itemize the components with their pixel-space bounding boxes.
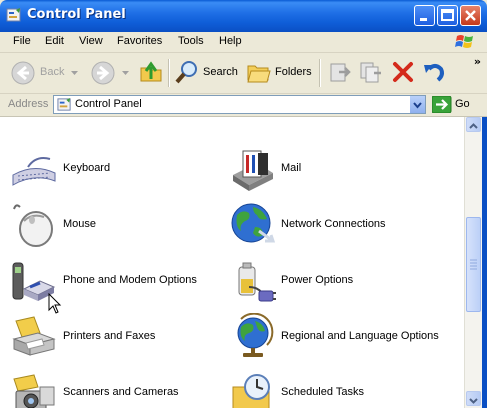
go-label[interactable]: Go [455,98,470,110]
scroll-up-button[interactable] [466,117,481,132]
item-keyboard[interactable]: Keyboard [10,145,220,193]
menu-bar: File Edit View Favorites Tools Help [0,32,487,53]
item-label: Regional and Language Options [281,330,439,342]
standard-toolbar: Back Search Folders » [0,53,487,94]
minimize-icon [420,18,427,21]
delete-button[interactable] [390,59,416,87]
forward-dropdown-icon[interactable] [122,71,129,75]
forward-arrow-icon [91,61,115,85]
toolbar-separator [319,59,321,87]
address-dropdown-button[interactable] [409,96,425,113]
move-to-button[interactable] [327,59,353,87]
item-power-options[interactable]: Power Options [229,257,449,305]
mail-icon [233,150,273,191]
menu-tools[interactable]: Tools [178,35,204,47]
item-label: Mail [281,162,302,174]
back-label: Back [40,66,65,78]
item-network-connections[interactable]: Network Connections [229,201,449,249]
item-label: Mouse [63,218,97,230]
partial-item-icon [14,117,54,123]
control-panel-items: Keyboard Mail Mouse Network Connections … [0,117,464,408]
item-scheduled-tasks[interactable]: Scheduled Tasks [229,369,449,408]
item-label: Network Connections [281,218,386,230]
maximize-button[interactable] [437,5,458,26]
search-icon [175,61,197,84]
address-label: Address [8,98,49,110]
control-panel-icon [57,97,71,111]
network-connections-icon [231,203,276,243]
undo-icon [424,64,444,82]
item-label: Scanners and Cameras [63,386,179,398]
item-label: Keyboard [63,162,111,174]
printer-icon [12,316,56,356]
folders-label: Folders [275,66,312,78]
toolbar-overflow-chevron[interactable]: » [474,55,481,68]
menu-file[interactable]: File [13,35,31,47]
clock-folder-icon [232,374,270,408]
item-phone-and-modem-options[interactable]: Phone and Modem Options [10,257,220,305]
move-to-icon [330,63,351,82]
scroll-down-button[interactable] [466,391,481,406]
item-label: Scheduled Tasks [281,386,364,398]
toolbar-separator [168,59,170,87]
menu-favorites[interactable]: Favorites [117,35,162,47]
item-mouse[interactable]: Mouse [10,201,220,249]
partial-item-icon [232,117,272,123]
mouse-pointer-icon [48,293,62,314]
power-options-icon [238,262,276,302]
item-scanners-and-cameras[interactable]: Scanners and Cameras [10,369,220,408]
grip-icon [470,259,477,270]
menu-view[interactable]: View [79,35,103,47]
item-regional-and-language-options[interactable]: Regional and Language Options [229,313,464,361]
chevron-down-icon [469,398,478,404]
folders-button[interactable]: Folders [246,59,312,87]
menu-edit[interactable]: Edit [45,35,64,47]
address-value: Control Panel [75,98,142,110]
title-bar[interactable]: Control Panel [0,0,487,32]
item-mail[interactable]: Mail [229,145,449,193]
control-panel-window: Control Panel File Edit View Favorites T… [0,0,487,408]
chevron-up-icon [469,123,478,129]
close-icon [465,10,476,21]
keyboard-icon [12,157,56,186]
forward-button[interactable] [90,59,116,87]
back-arrow-icon [11,61,35,85]
mouse-icon [13,204,53,247]
window-title: Control Panel [27,7,126,22]
scroll-thumb[interactable] [466,217,481,312]
address-field[interactable]: Control Panel [53,95,426,114]
folders-icon [247,65,271,83]
undo-button[interactable] [421,59,447,87]
globe-icon [237,313,274,357]
up-folder-icon [140,61,162,82]
item-label: Phone and Modem Options [63,274,197,286]
search-label: Search [203,66,238,78]
chevron-down-icon [413,102,422,109]
address-bar: Address Control Panel Go [0,94,487,117]
copy-to-icon [360,62,381,83]
up-folder-button[interactable] [138,59,164,87]
go-arrow-icon[interactable] [432,96,452,113]
maximize-icon [441,9,454,21]
search-button[interactable]: Search [174,59,240,87]
vertical-scrollbar[interactable] [464,117,482,408]
minimize-button[interactable] [414,5,435,26]
copy-to-button[interactable] [358,59,384,87]
menu-help[interactable]: Help [219,35,242,47]
camera-icon [13,374,55,408]
close-button[interactable] [460,5,481,26]
back-button[interactable]: Back [10,59,70,87]
windows-logo-icon [455,35,473,48]
control-panel-icon [6,8,21,22]
delete-x-icon [393,62,413,82]
item-printers-and-faxes[interactable]: Printers and Faxes [10,313,220,361]
item-label: Printers and Faxes [63,330,156,342]
item-label: Power Options [281,274,354,286]
back-dropdown-icon[interactable] [71,71,78,75]
